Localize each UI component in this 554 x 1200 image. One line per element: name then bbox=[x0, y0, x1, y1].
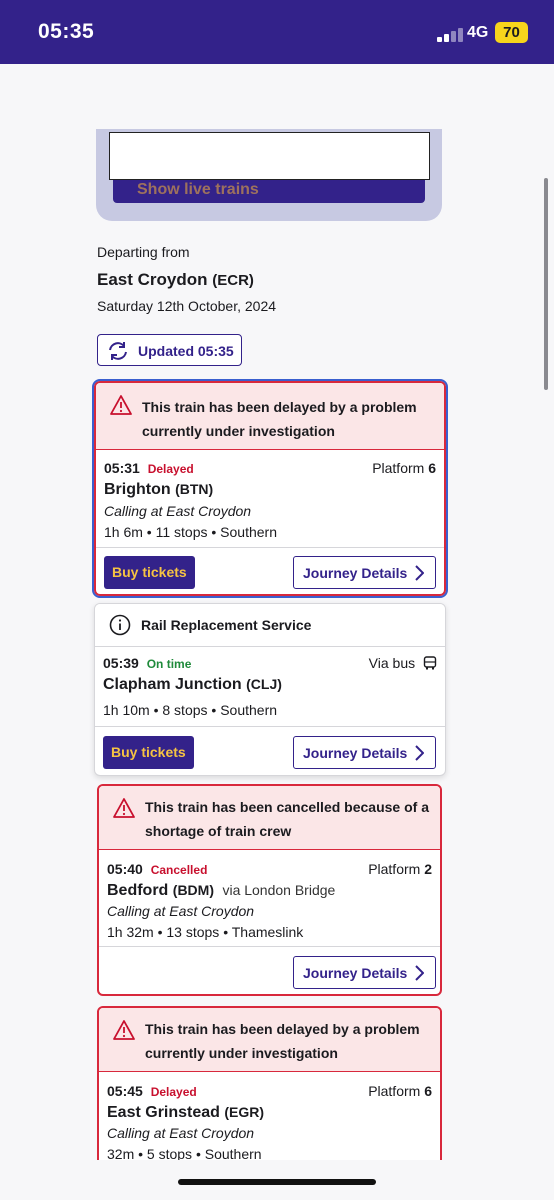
status-badge: On time bbox=[146, 657, 192, 671]
journey-details-button[interactable]: Journey Details bbox=[293, 736, 436, 769]
alert-text: This train has been cancelled because of… bbox=[145, 799, 429, 839]
destination-name: Bedford bbox=[107, 882, 169, 899]
train-card-brighton[interactable]: This train has been delayed by a problem… bbox=[92, 379, 448, 598]
alert-banner: This train has been delayed by a problem… bbox=[99, 1008, 440, 1072]
updated-label: Updated 05:35 bbox=[138, 343, 234, 359]
platform-number: 2 bbox=[424, 861, 432, 877]
platform-info: Platform 6 bbox=[368, 1083, 432, 1099]
destination-code: (BDM) bbox=[172, 882, 214, 898]
train-card-clapham-junction[interactable]: Rail Replacement Service 05:39 On time V… bbox=[94, 603, 446, 776]
divider bbox=[95, 726, 445, 727]
battery-level: 70 bbox=[495, 22, 528, 43]
divider bbox=[99, 946, 440, 947]
signal-icon bbox=[437, 28, 463, 42]
journey-details-label: Journey Details bbox=[303, 565, 408, 581]
network-type: 4G bbox=[467, 24, 489, 41]
destination: Bedford (BDM) via London Bridge bbox=[107, 882, 335, 900]
via-bus-label: Via bus bbox=[368, 655, 416, 671]
calling-at: Calling at East Croydon bbox=[107, 903, 255, 919]
departure-time: 05:39 On time bbox=[103, 655, 191, 671]
platform-info: Platform 6 bbox=[372, 460, 436, 476]
destination: Clapham Junction (CLJ) bbox=[103, 676, 282, 694]
platform-label: Platform bbox=[372, 460, 425, 476]
journey-details-label: Journey Details bbox=[303, 745, 408, 761]
chevron-right-icon bbox=[415, 965, 424, 981]
via-bus-info: Via bus bbox=[369, 655, 437, 671]
destination: East Grinstead (EGR) bbox=[107, 1104, 264, 1122]
buy-tickets-button[interactable]: Buy tickets bbox=[104, 556, 195, 589]
station-title: East Croydon bbox=[97, 270, 208, 289]
time-value: 05:45 bbox=[107, 1083, 143, 1099]
platform-number: 6 bbox=[424, 1083, 432, 1099]
departing-from-label: Departing from bbox=[97, 244, 190, 260]
refresh-button[interactable]: Updated 05:35 bbox=[97, 334, 242, 366]
journey-meta: 1h 6m • 11 stops • Southern bbox=[104, 524, 277, 540]
refresh-icon bbox=[109, 342, 127, 360]
platform-label: Platform bbox=[368, 1083, 421, 1099]
journey-details-label: Journey Details bbox=[303, 965, 408, 981]
chevron-right-icon bbox=[415, 565, 424, 581]
status-badge: Cancelled bbox=[150, 863, 208, 877]
platform-info: Platform 2 bbox=[368, 861, 432, 877]
destination: Brighton (BTN) bbox=[104, 481, 213, 499]
departure-time: 05:31 Delayed bbox=[104, 460, 194, 476]
divider bbox=[96, 547, 444, 548]
platform-number: 6 bbox=[428, 460, 436, 476]
via-station: via London Bridge bbox=[222, 882, 336, 898]
destination-name: East Grinstead bbox=[107, 1104, 220, 1121]
calling-at: Calling at East Croydon bbox=[107, 1125, 255, 1141]
departure-date: Saturday 12th October, 2024 bbox=[97, 298, 277, 314]
bus-icon bbox=[423, 656, 437, 670]
alert-banner: This train has been delayed by a problem… bbox=[96, 383, 444, 450]
station-name: East Croydon (ECR) bbox=[97, 270, 254, 290]
destination-code: (EGR) bbox=[224, 1104, 265, 1120]
warning-icon bbox=[113, 1020, 135, 1040]
status-time: 05:35 bbox=[38, 20, 95, 43]
alert-text: This train has been delayed by a problem… bbox=[142, 399, 417, 439]
time-value: 05:40 bbox=[107, 861, 143, 877]
calling-at: Calling at East Croydon bbox=[104, 503, 252, 519]
destination-name: Clapham Junction bbox=[103, 676, 242, 693]
train-card-bedford[interactable]: This train has been cancelled because of… bbox=[97, 784, 442, 996]
redaction-box bbox=[109, 132, 430, 180]
journey-meta: 1h 10m • 8 stops • Southern bbox=[103, 702, 278, 718]
destination-code: (BTN) bbox=[175, 481, 214, 497]
status-badge: Delayed bbox=[147, 462, 194, 476]
buy-tickets-button[interactable]: Buy tickets bbox=[103, 736, 194, 769]
journey-details-button[interactable]: Journey Details bbox=[293, 556, 436, 589]
departure-time: 05:45 Delayed bbox=[107, 1083, 197, 1099]
alert-banner: This train has been cancelled because of… bbox=[99, 786, 440, 850]
destination-name: Brighton bbox=[104, 481, 171, 498]
scrollbar[interactable] bbox=[544, 178, 548, 390]
home-indicator[interactable] bbox=[178, 1179, 376, 1185]
platform-label: Platform bbox=[368, 861, 421, 877]
status-bar: 05:35 4G 70 bbox=[0, 0, 554, 64]
alert-text: This train has been delayed by a problem… bbox=[145, 1021, 420, 1061]
warning-icon bbox=[110, 395, 132, 415]
status-badge: Delayed bbox=[150, 1085, 197, 1099]
destination-code: (CLJ) bbox=[246, 676, 282, 692]
info-text: Rail Replacement Service bbox=[141, 617, 312, 633]
info-icon bbox=[109, 614, 131, 636]
time-value: 05:39 bbox=[103, 655, 139, 671]
time-value: 05:31 bbox=[104, 460, 140, 476]
live-trains-label: Show live trains bbox=[137, 181, 259, 198]
departure-time: 05:40 Cancelled bbox=[107, 861, 207, 877]
warning-icon bbox=[113, 798, 135, 818]
journey-meta: 1h 32m • 13 stops • Thameslink bbox=[107, 924, 304, 940]
station-code: (ECR) bbox=[212, 272, 254, 289]
journey-details-button[interactable]: Journey Details bbox=[293, 956, 436, 989]
info-banner: Rail Replacement Service bbox=[95, 604, 445, 647]
chevron-right-icon bbox=[415, 745, 424, 761]
